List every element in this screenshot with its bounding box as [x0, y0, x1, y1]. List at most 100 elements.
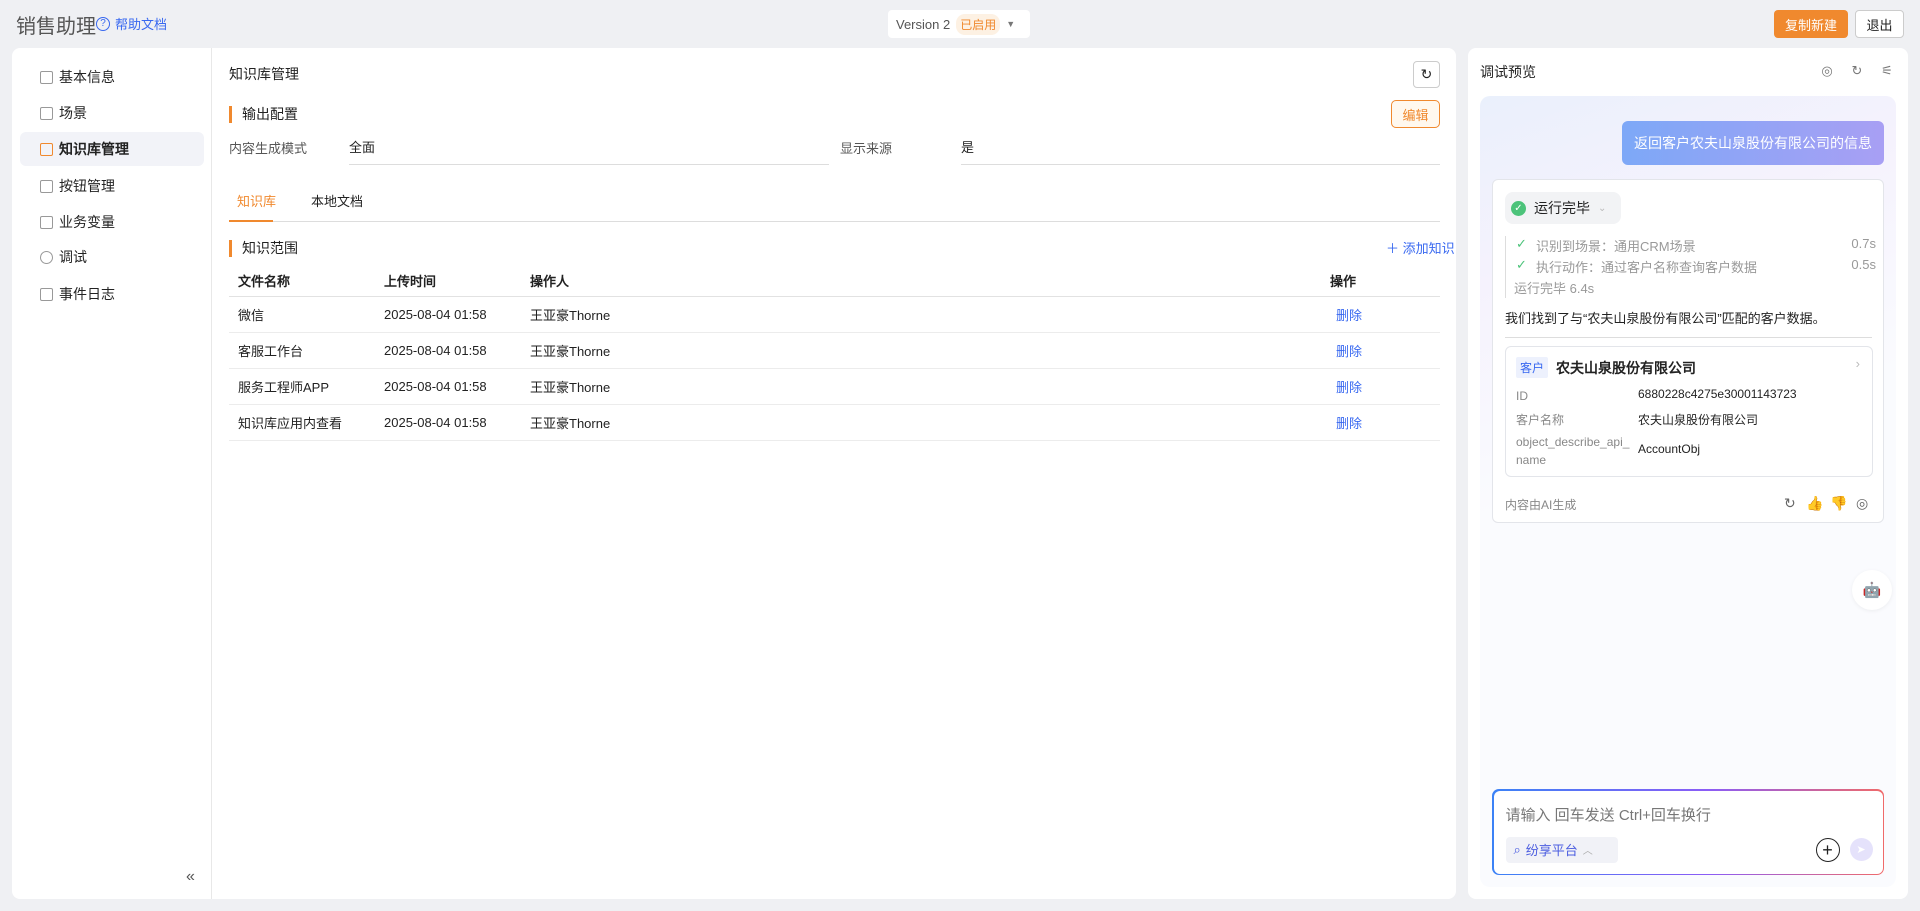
step-time: 0.7s — [1851, 236, 1876, 251]
help-label: 帮助文档 — [115, 17, 168, 32]
customer-card[interactable]: 客户 农夫山泉股份有限公司 › ID 6880228c4275e3000114372… — [1505, 346, 1873, 477]
tab-divider — [229, 221, 1440, 222]
regenerate-icon[interactable]: ↻ — [1784, 495, 1796, 512]
sidebar-item-debug[interactable]: 调试 — [20, 240, 204, 274]
check-icon: ✓ — [1516, 257, 1527, 272]
table-row: 微信 2025-08-04 01:58 王亚豪Thorne 删除 — [229, 296, 1440, 333]
knowledge-table: 文件名称 上传时间 操作人 操作 微信 2025-08-04 01:58 王亚豪Th… — [229, 266, 1440, 441]
delete-link[interactable]: 删除 — [1321, 296, 1440, 333]
main-panel — [12, 48, 1456, 899]
delete-link[interactable]: 删除 — [1321, 404, 1440, 441]
document-icon — [40, 287, 53, 301]
caret-down-icon: ▼ — [1006, 19, 1016, 29]
code-icon — [40, 215, 53, 229]
run-steps: ✓ 识别到场景：通用CRM场景 0.7s ✓ 执行动作：通过客户名称查询客户数据 0.5… — [1505, 236, 1876, 298]
tab-local-docs[interactable]: 本地文档 — [311, 191, 363, 210]
chat-input-box: 请输入 回车发送 Ctrl+回车换行 ⌕ 纷享平台 ︿ + ➤ — [1492, 789, 1884, 875]
copy-new-button[interactable]: 复制新建 — [1774, 10, 1848, 38]
total-time: 运行完毕 6.4s — [1514, 281, 1595, 296]
app-title: 销售助理 — [16, 16, 96, 38]
send-button[interactable]: ➤ — [1849, 837, 1873, 861]
gear-icon — [40, 250, 53, 264]
sliders-icon[interactable]: ⚟ — [1880, 64, 1894, 78]
add-attachment-button[interactable]: + — [1815, 837, 1840, 862]
file-name: 知识库应用内查看 — [229, 404, 375, 441]
plus-icon: ＋ — [1386, 241, 1403, 256]
field-label: 客户名称 — [1516, 413, 1565, 427]
operator: 王亚豪Thorne — [521, 404, 1321, 441]
source-label: 显示来源 — [840, 141, 893, 156]
thumbs-up-icon[interactable]: 👍 — [1806, 495, 1823, 512]
tab-knowledge[interactable]: 知识库 — [237, 191, 276, 210]
platform-label: 纷享平台 — [1525, 843, 1578, 858]
mode-value-text: 全面 — [349, 140, 376, 155]
source-value: 是 — [961, 137, 1440, 165]
scope-heading: 知识范围 — [229, 238, 298, 258]
sidebar-item-scene[interactable]: 场景 — [20, 96, 204, 130]
preview-title: 调试预览 — [1480, 64, 1536, 80]
sidebar-item-label: 基本信息 — [59, 69, 115, 85]
help-docs-link[interactable]: ? 帮助文档 — [96, 14, 167, 33]
platform-selector[interactable]: ⌕ 纷享平台 ︿ — [1505, 836, 1618, 863]
column-header: 文件名称 — [229, 266, 375, 297]
field-value: 农夫山泉股份有限公司 — [1638, 413, 1759, 427]
result-summary: 我们找到了与“农夫山泉股份有限公司”匹配的客户数据。 — [1505, 311, 1826, 326]
step-text: 执行动作：通过客户名称查询客户数据 — [1536, 260, 1758, 275]
check-circle-icon: ✓ — [1511, 200, 1526, 216]
add-label: 添加知识 — [1402, 241, 1455, 256]
chevron-down-icon: ⌄ — [1598, 202, 1607, 214]
ai-generated-note: 内容由AI生成 — [1505, 498, 1577, 512]
page-title: 知识库管理 — [229, 66, 299, 82]
sidebar-item-label: 业务变量 — [59, 214, 115, 230]
collapse-sidebar-button[interactable]: « — [186, 868, 195, 886]
sidebar-item-variables[interactable]: 业务变量 — [20, 205, 204, 239]
assistant-bot-button[interactable]: 🤖 — [1852, 570, 1892, 610]
settings-icon[interactable]: ◎ — [1820, 64, 1834, 78]
sidebar-item-basic-info[interactable]: 基本信息 — [20, 60, 204, 94]
column-header: 上传时间 — [375, 266, 521, 297]
exit-button[interactable]: 退出 — [1855, 10, 1904, 38]
tab-active-indicator — [229, 220, 273, 222]
sidebar-item-knowledge[interactable]: 知识库管理 — [20, 132, 204, 166]
delete-link[interactable]: 删除 — [1321, 332, 1440, 369]
file-name: 微信 — [229, 296, 375, 333]
upload-time: 2025-08-04 01:58 — [375, 404, 521, 441]
mode-value: 全面 — [349, 137, 829, 165]
settings-icon[interactable]: ◎ — [1856, 495, 1868, 512]
sidebar: 基本信息 场景 知识库管理 按钮管理 业务变量 调试 事件日志 — [12, 48, 212, 899]
run-status-toggle[interactable]: ✓ 运行完毕 ⌄ — [1505, 192, 1621, 224]
search-icon: ⌕ — [1513, 841, 1521, 857]
column-header: 操作 — [1321, 266, 1440, 297]
sidebar-item-event-log[interactable]: 事件日志 — [20, 277, 204, 311]
chevron-right-icon: › — [1855, 356, 1860, 371]
puzzle-icon — [40, 179, 53, 193]
operator: 王亚豪Thorne — [521, 368, 1321, 405]
new-chat-icon[interactable]: ↻ — [1850, 64, 1864, 78]
refresh-button[interactable]: ↻ — [1413, 61, 1440, 88]
step-item: ✓ 执行动作：通过客户名称查询客户数据 0.5s — [1516, 257, 1876, 276]
chat-input[interactable]: 请输入 回车发送 Ctrl+回车换行 — [1506, 804, 1711, 825]
step-item: ✓ 识别到场景：通用CRM场景 0.7s — [1516, 236, 1876, 255]
edit-button[interactable]: 编辑 — [1391, 100, 1440, 128]
add-knowledge-button[interactable]: ＋ 添加知识 — [1386, 238, 1455, 257]
help-icon: ? — [96, 16, 110, 31]
thumbs-down-icon[interactable]: 👎 — [1830, 495, 1847, 512]
version-select[interactable]: Version 2 已启用 ▼ — [888, 10, 1030, 38]
field-label: object_describe_api_name — [1516, 435, 1630, 467]
refresh-icon: ↻ — [1420, 66, 1433, 82]
field-label: ID — [1516, 389, 1528, 403]
upload-time: 2025-08-04 01:58 — [375, 332, 521, 369]
upload-time: 2025-08-04 01:58 — [375, 296, 521, 333]
upload-time: 2025-08-04 01:58 — [375, 368, 521, 405]
table-row: 知识库应用内查看 2025-08-04 01:58 王亚豪Thorne 删除 — [229, 404, 1440, 441]
sidebar-item-buttons[interactable]: 按钮管理 — [20, 169, 204, 203]
operator: 王亚豪Thorne — [521, 332, 1321, 369]
delete-link[interactable]: 删除 — [1321, 368, 1440, 405]
version-status-badge: 已启用 — [956, 13, 1001, 35]
card-icon — [40, 70, 53, 84]
source-value-text: 是 — [961, 140, 975, 155]
file-name: 服务工程师APP — [229, 368, 375, 405]
sidebar-item-label: 按钮管理 — [59, 178, 115, 194]
output-config-heading: 输出配置 — [229, 104, 298, 124]
sidebar-item-label: 调试 — [59, 249, 87, 265]
